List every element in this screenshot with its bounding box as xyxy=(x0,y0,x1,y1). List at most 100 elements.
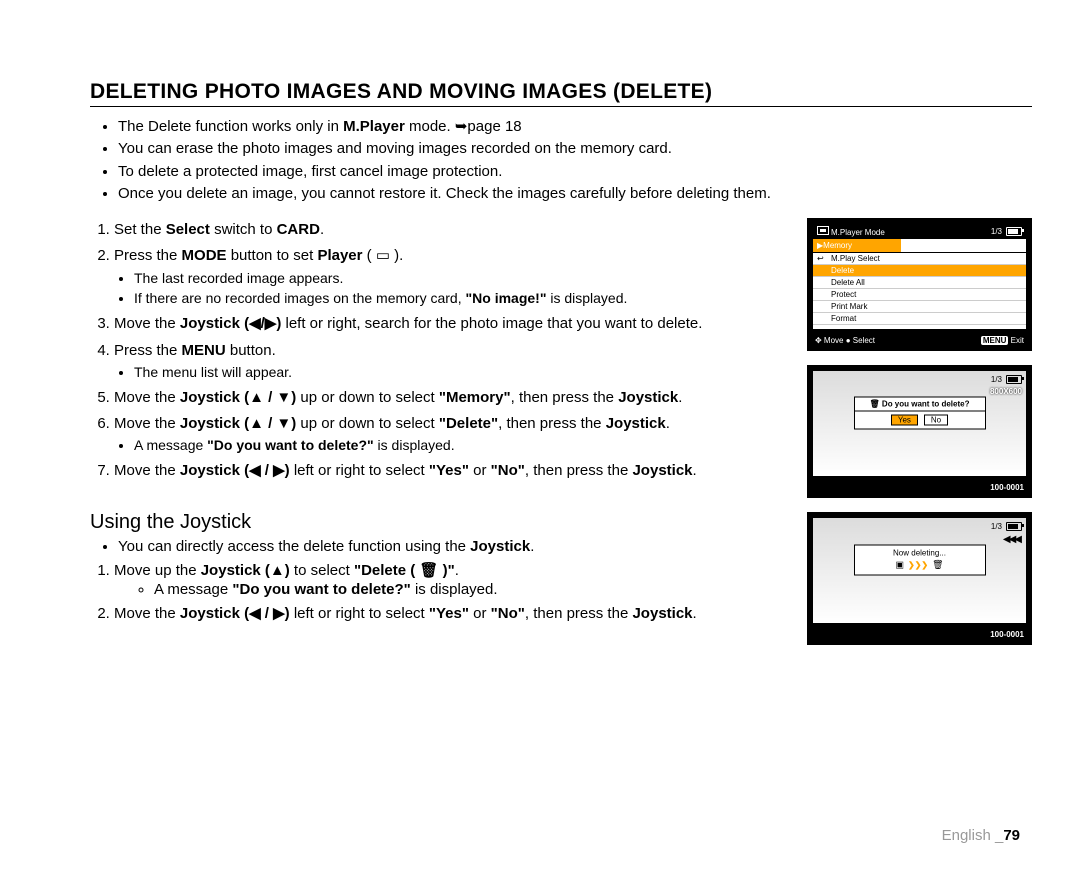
bold-text: MENU xyxy=(182,342,226,359)
counter-label: 1/3 xyxy=(991,375,1002,384)
text: Move the xyxy=(114,605,180,622)
intro-bullet: Once you delete an image, you cannot res… xyxy=(118,184,1032,204)
text: Move the xyxy=(114,315,180,332)
text: left or right to select xyxy=(290,462,429,479)
step-item: Move the Joystick (◀/▶) left or right, s… xyxy=(114,314,787,334)
text: is displayed. xyxy=(374,437,455,453)
text: A message xyxy=(134,437,207,453)
memory-highlight: ▶Memory xyxy=(813,239,901,252)
text: left or right, search for the photo imag… xyxy=(281,315,702,332)
text: to select xyxy=(290,562,354,579)
camera-screen-deleting: 1/3 ◀◀◀ Now deleting... ▣ ❯❯❯ 🗑 100-0001 xyxy=(807,512,1032,645)
counter-label: 1/3 xyxy=(991,227,1002,236)
footer-move-label: ✥ Move ● Select xyxy=(815,336,875,345)
rewind-icon: ◀◀◀ xyxy=(1003,534,1020,545)
text: button. xyxy=(226,342,276,359)
section-heading: DELETING PHOTO IMAGES AND MOVING IMAGES … xyxy=(90,80,1032,107)
text: Move the xyxy=(114,462,180,479)
footer-page-number: 79 xyxy=(1003,827,1020,844)
bold-text: Joystick xyxy=(470,538,530,555)
dialog-question: 🗑 Do you want to delete? xyxy=(855,398,985,412)
joystick-note: You can directly access the delete funct… xyxy=(118,538,787,555)
sub-bullet: The menu list will appear. xyxy=(134,363,787,382)
confirm-dialog: 🗑 Do you want to delete? Yes No xyxy=(854,397,986,430)
bold-text: Joystick (◀ / ▶) xyxy=(180,462,290,479)
bold-text: "Yes" xyxy=(429,605,469,622)
text: . xyxy=(678,389,682,406)
joystick-heading: Using the Joystick xyxy=(90,511,787,534)
text: You can directly access the delete funct… xyxy=(118,538,470,555)
intro-bullet: You can erase the photo images and movin… xyxy=(118,139,1032,159)
bold-text: Joystick (▲ / ▼) xyxy=(180,415,296,432)
sub-bullet: A message "Do you want to delete?" is di… xyxy=(154,581,787,598)
camera-screen-menu: M.Player Mode 1/3 ▶Memory ↩M.Play Select… xyxy=(807,218,1032,351)
text: , then press the xyxy=(498,415,606,432)
text: If there are no recorded images on the m… xyxy=(134,290,466,306)
bold-text: Joystick (◀/▶) xyxy=(180,315,281,332)
text: up or down to select xyxy=(296,415,439,432)
bold-text: Joystick (◀ / ▶) xyxy=(180,605,290,622)
text: . xyxy=(666,415,670,432)
step-item: Move the Joystick (◀ / ▶) left or right … xyxy=(114,461,787,481)
text: The Delete function works only in xyxy=(118,118,343,135)
bold-text: Joystick xyxy=(618,389,678,406)
trash-icon: 🗑 xyxy=(932,560,943,571)
text: Press the xyxy=(114,247,182,264)
deleting-dialog: Now deleting... ▣ ❯❯❯ 🗑 xyxy=(854,545,986,576)
sub-bullet: If there are no recorded images on the m… xyxy=(134,289,787,308)
joystick-step: Move the Joystick (◀ / ▶) left or right … xyxy=(114,604,787,622)
menu-list: ↩M.Play Select Delete Delete All Protect… xyxy=(813,252,1026,325)
text: mode. ➥page 18 xyxy=(405,118,522,135)
bold-text: Joystick xyxy=(606,415,666,432)
bold-text: "Yes" xyxy=(429,462,469,479)
camera-screenshots: M.Player Mode 1/3 ▶Memory ↩M.Play Select… xyxy=(807,218,1032,645)
text: . xyxy=(693,462,697,479)
photo-icon: ▣ xyxy=(895,560,904,571)
numbered-steps: Set the Select switch to CARD. Press the… xyxy=(90,220,787,481)
bold-text: "Delete" xyxy=(439,415,498,432)
text: . xyxy=(530,538,534,555)
text: A message xyxy=(154,581,232,598)
bold-text: CARD xyxy=(277,221,320,238)
sub-bullet: A message "Do you want to delete?" is di… xyxy=(134,436,787,455)
bold-text: Joystick xyxy=(632,605,692,622)
counter-label: 1/3 xyxy=(991,522,1002,531)
step-item: Press the MODE button to set Player ( ▭ … xyxy=(114,246,787,308)
text: . xyxy=(693,605,697,622)
text: or xyxy=(469,605,491,622)
text: up or down to select xyxy=(296,389,439,406)
bold-text: Player xyxy=(317,247,362,264)
bold-text: "Delete ( 🗑 )" xyxy=(354,562,455,579)
intro-bullet: The Delete function works only in M.Play… xyxy=(118,117,1032,137)
bold-text: "No image!" xyxy=(466,290,547,306)
bold-text: Select xyxy=(166,221,210,238)
bold-text: "Memory" xyxy=(439,389,511,406)
bold-text: M.Player xyxy=(343,118,405,135)
image-index-label: 100-0001 xyxy=(990,630,1024,639)
bold-text: MODE xyxy=(182,247,227,264)
bold-text: "No" xyxy=(491,605,525,622)
menu-row-highlighted: Delete xyxy=(813,265,1026,277)
menu-row: Delete All xyxy=(813,277,1026,289)
text: ( ▭ ). xyxy=(362,247,403,264)
text: Move the xyxy=(114,389,180,406)
deleting-text: Now deleting... xyxy=(855,549,985,558)
progress-chevrons: ❯❯❯ xyxy=(908,561,928,570)
bold-text: "Do you want to delete?" xyxy=(207,437,374,453)
step-item: Press the MENU button. The menu list wil… xyxy=(114,341,787,382)
battery-icon xyxy=(1006,375,1022,384)
instruction-column: Set the Select switch to CARD. Press the… xyxy=(90,218,787,645)
text: . xyxy=(320,221,324,238)
menu-row: ↩M.Play Select xyxy=(813,253,1026,265)
player-icon xyxy=(817,226,829,235)
text: Set the xyxy=(114,221,166,238)
bold-text: "No" xyxy=(491,462,525,479)
bold-text: Joystick (▲) xyxy=(201,562,290,579)
joystick-step: Move up the Joystick (▲) to select "Dele… xyxy=(114,561,787,598)
text: switch to xyxy=(210,221,277,238)
resolution-label: 800X600 xyxy=(990,387,1022,396)
menu-row: Protect xyxy=(813,289,1026,301)
no-button: No xyxy=(924,415,948,426)
page-footer: English _79 xyxy=(942,827,1020,844)
text: , then press the xyxy=(525,605,633,622)
